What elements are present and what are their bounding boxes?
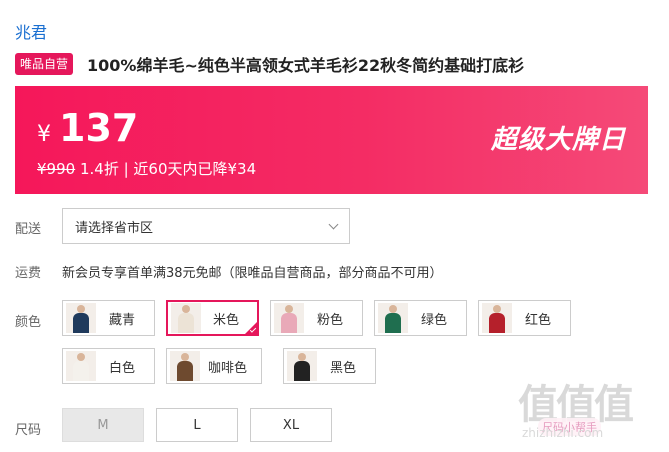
color-option-label: 红色: [524, 312, 551, 328]
color-option[interactable]: 粉色: [270, 300, 363, 336]
color-thumbnail: [378, 303, 408, 333]
size-option: M: [62, 408, 144, 442]
size-option[interactable]: L: [156, 408, 238, 442]
price-currency: ¥: [37, 122, 51, 147]
self-operated-badge: 唯品自营: [15, 53, 74, 75]
size-label: 尺码: [15, 423, 42, 438]
color-thumbnail: [66, 351, 96, 381]
color-option[interactable]: 绿色: [374, 300, 467, 336]
color-thumbnail: [171, 303, 201, 333]
color-thumbnail: [170, 351, 200, 381]
price-drop-note: | 近60天内已降¥34: [123, 160, 257, 178]
color-option[interactable]: 藏青: [62, 300, 155, 336]
color-label: 颜色: [15, 315, 42, 330]
brand-name[interactable]: 兆君: [15, 19, 47, 43]
color-option[interactable]: 米色: [166, 300, 259, 336]
region-select-text: 请选择省市区: [75, 220, 154, 236]
color-thumbnail: [287, 351, 317, 381]
color-option[interactable]: 咖啡色: [166, 348, 262, 384]
site-watermark: 值值值 尺码小帮手 zhizhizhi.com: [518, 372, 664, 446]
color-option[interactable]: 黑色: [283, 348, 376, 384]
color-option-label: 白色: [108, 360, 135, 376]
price-subline: ¥990 1.4折 | 近60天内已降¥34: [37, 158, 256, 179]
color-option-label: 黑色: [329, 360, 356, 376]
chevron-down-icon: [328, 219, 339, 229]
size-option[interactable]: XL: [250, 408, 332, 442]
color-option-label: 藏青: [108, 312, 135, 328]
shipping-label: 运费: [15, 266, 42, 281]
product-title: 100%绵羊毛~纯色半高领女式羊毛衫22秋冬简约基础打底衫: [87, 56, 525, 75]
promo-label: 超级大牌日: [490, 125, 626, 155]
title-row: 唯品自营 100%绵羊毛~纯色半高领女式羊毛衫22秋冬简约基础打底衫: [15, 52, 524, 76]
shipping-info: 新会员专享首单满38元免邮（限唯品自营商品，部分商品不可用）: [62, 266, 443, 281]
color-option[interactable]: 红色: [478, 300, 571, 336]
discount-rate: 1.4折: [79, 160, 119, 178]
original-price: ¥990: [37, 160, 76, 178]
color-thumbnail: [66, 303, 96, 333]
price-banner: ¥ 137 ¥990 1.4折 | 近60天内已降¥34 超级大牌日: [15, 86, 648, 194]
color-option-label: 粉色: [316, 312, 343, 328]
color-thumbnail: [482, 303, 512, 333]
color-option[interactable]: 白色: [62, 348, 155, 384]
watermark-url: zhizhizhi.com: [522, 426, 604, 440]
color-option-label: 绿色: [420, 312, 447, 328]
delivery-label: 配送: [15, 222, 42, 237]
region-select[interactable]: 请选择省市区: [62, 208, 350, 244]
color-option-label: 咖啡色: [207, 360, 247, 376]
price-value: 137: [59, 106, 139, 150]
color-thumbnail: [274, 303, 304, 333]
